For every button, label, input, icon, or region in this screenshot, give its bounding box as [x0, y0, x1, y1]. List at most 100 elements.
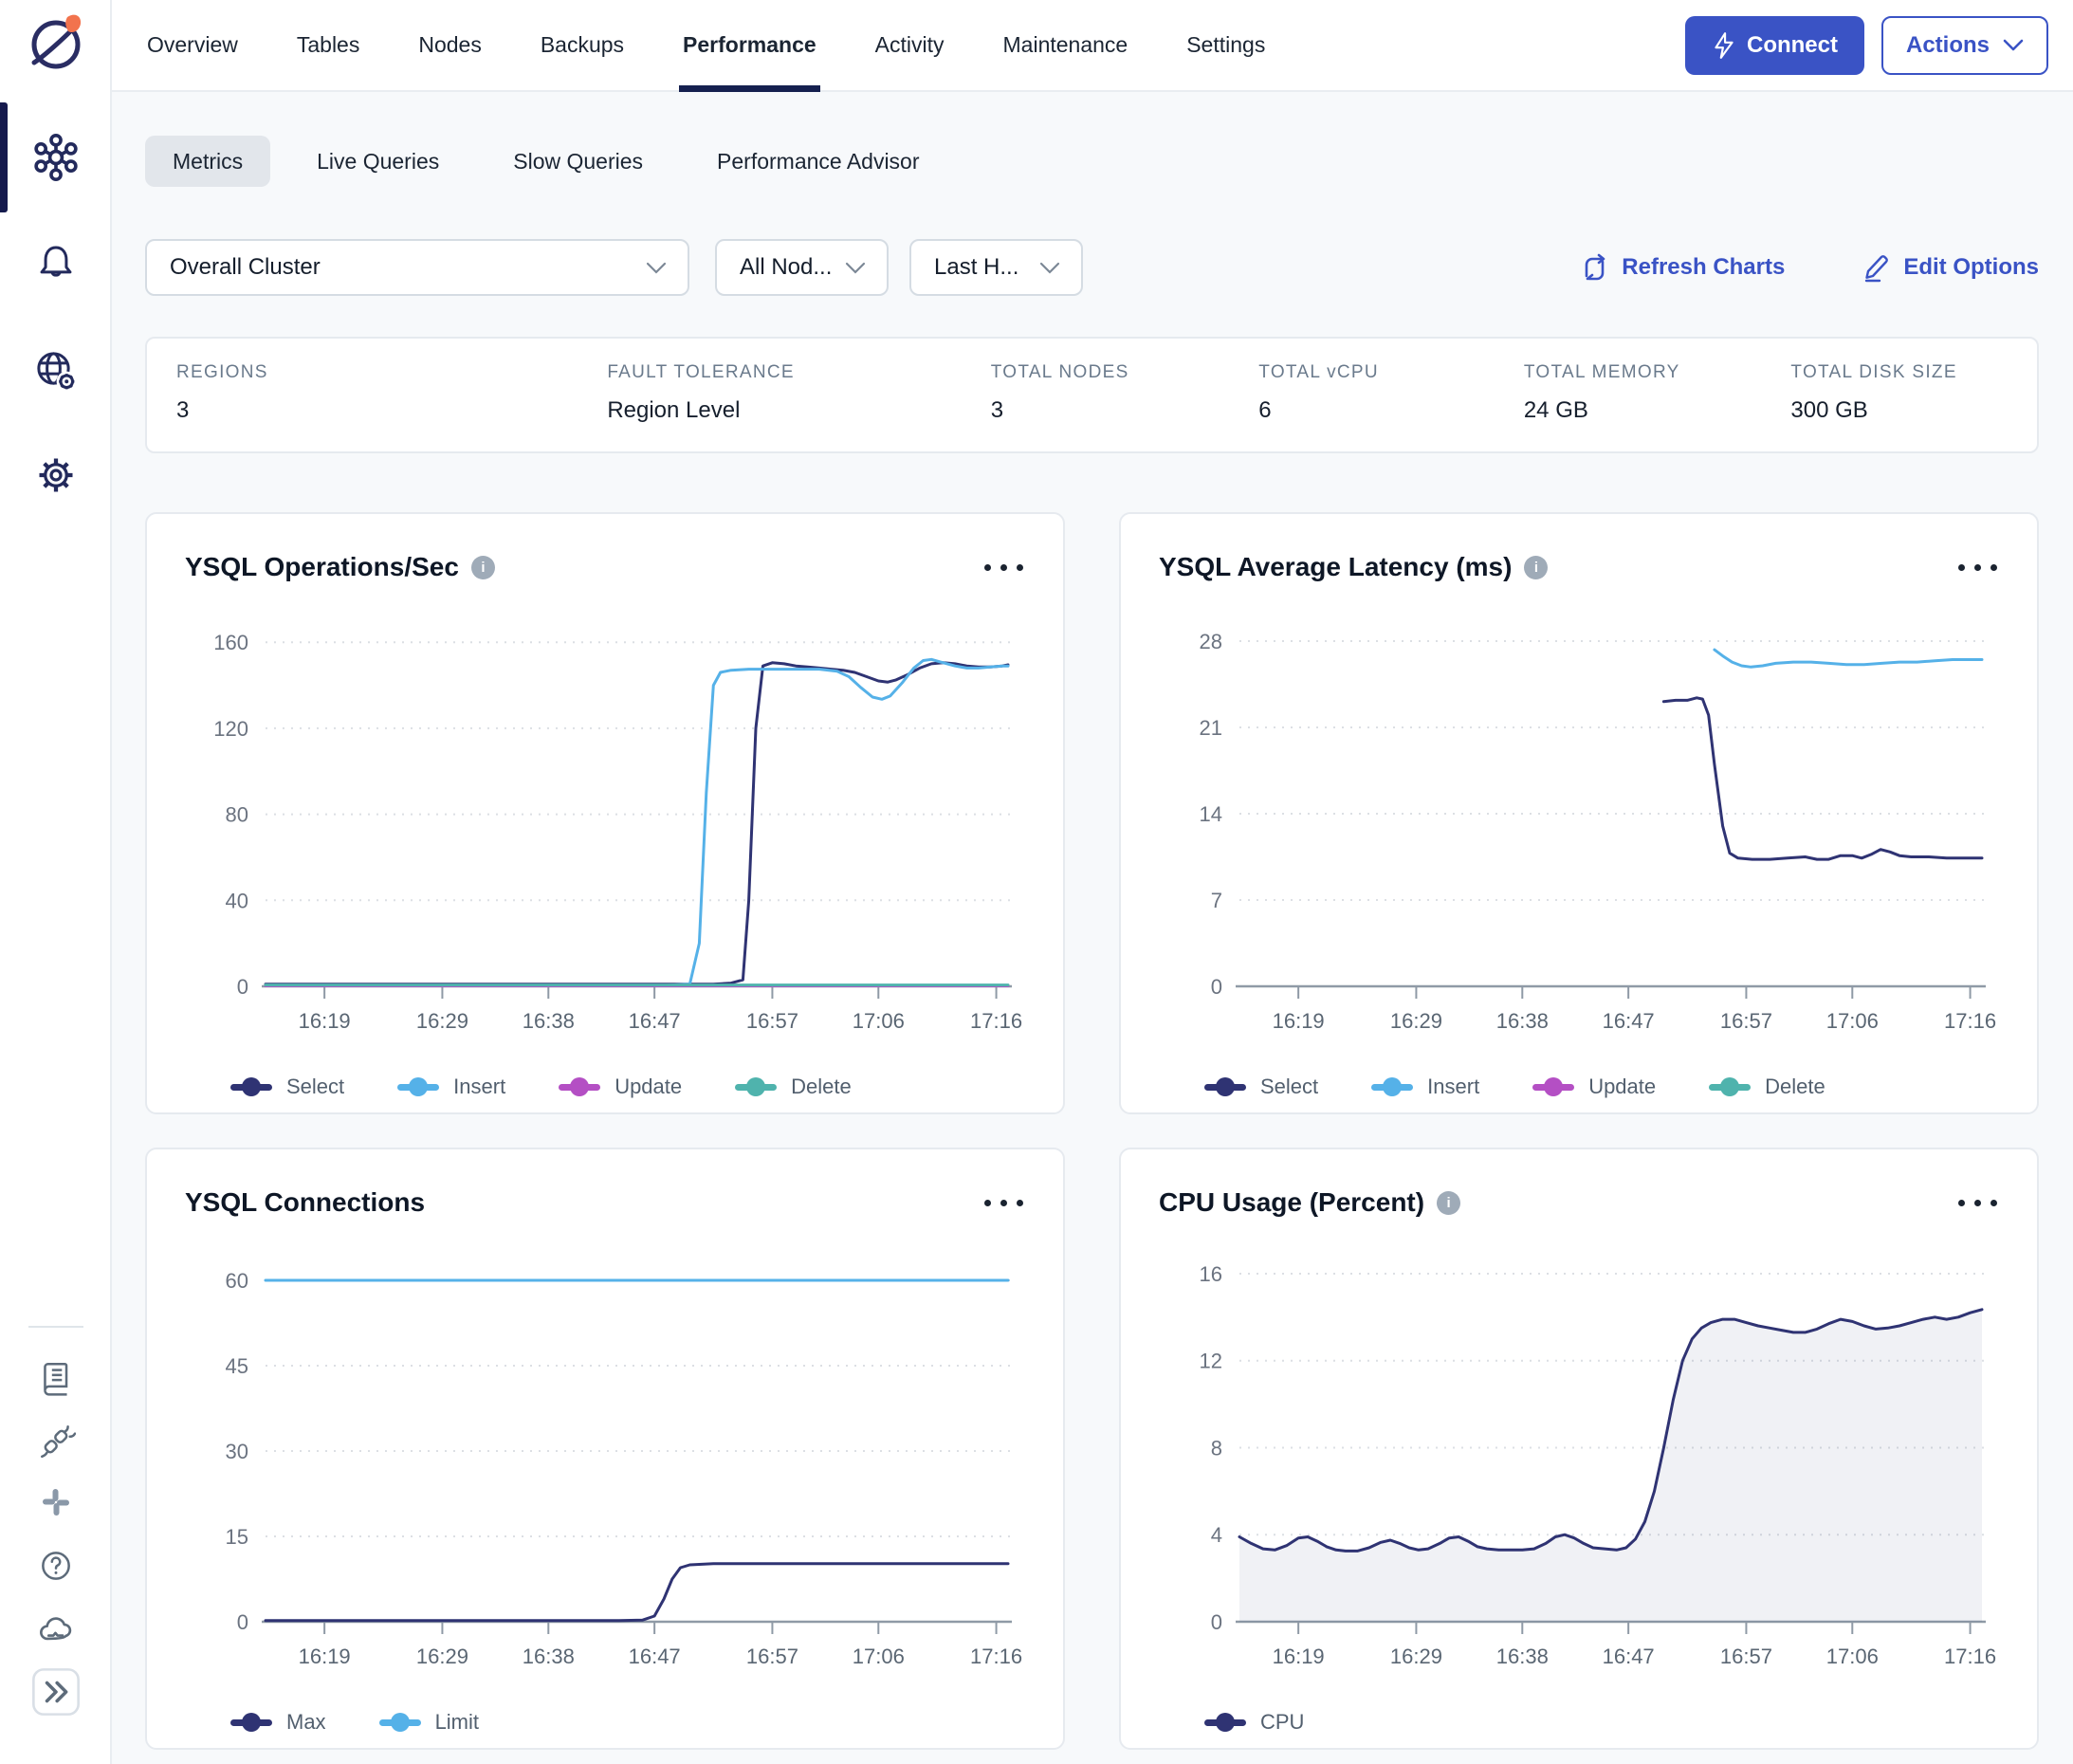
page-root: Overview Tables Nodes Backups Performance Act…	[0, 0, 2073, 1764]
legend-item-select[interactable]: Select	[230, 1075, 344, 1099]
legend-item-insert[interactable]: Insert	[1371, 1075, 1479, 1099]
legend-item-select[interactable]: Select	[1204, 1075, 1318, 1099]
cluster-stats-card: REGIONS3FAULT TOLERANCE Region Level TOTAL…	[145, 337, 2039, 453]
svg-text:16:38: 16:38	[523, 1009, 575, 1033]
subtab-slow-queries[interactable]: Slow Queries	[486, 136, 670, 187]
chevron-down-icon	[845, 262, 866, 274]
chart-plot-ysql-average-latency-ms: 0714212816:1916:2916:3816:4716:5717:0617…	[1159, 590, 2003, 1069]
tab-settings[interactable]: Settings	[1186, 0, 1265, 90]
info-icon[interactable]: i	[471, 556, 495, 579]
legend-label: Select	[1260, 1075, 1318, 1099]
subtab-performance-advisor[interactable]: Performance Advisor	[689, 136, 946, 187]
svg-text:7: 7	[1211, 889, 1222, 912]
sidebar-item-integrations[interactable]	[0, 1421, 112, 1461]
chart-legend: CPU	[1204, 1710, 1999, 1735]
legend-label: Insert	[1427, 1075, 1479, 1099]
chart-menu-icon[interactable]	[1956, 1194, 1999, 1212]
legend-marker-icon	[379, 1719, 421, 1726]
actions-button-label: Actions	[1906, 32, 1990, 59]
tab-backups[interactable]: Backups	[541, 0, 624, 90]
cluster-select[interactable]: Overall Cluster	[145, 239, 689, 296]
svg-text:17:06: 17:06	[853, 1645, 905, 1668]
stat-fault-tolerance: FAULT TOLERANCE Region Level	[607, 362, 990, 451]
chart-menu-icon[interactable]	[1956, 559, 1999, 577]
legend-marker-icon	[1204, 1719, 1246, 1726]
gear-icon	[32, 451, 80, 499]
legend-item-delete[interactable]: Delete	[735, 1075, 852, 1099]
chart-plot-cpu-usage-percent: 048121616:1916:2916:3816:4716:5717:0617:…	[1159, 1225, 2003, 1704]
stat-regions: REGIONS3	[176, 362, 607, 451]
svg-text:16:57: 16:57	[1720, 1645, 1772, 1668]
svg-text:0: 0	[237, 975, 248, 999]
sidebar	[0, 0, 112, 1764]
legend-item-update[interactable]: Update	[1532, 1075, 1656, 1099]
chart-header: YSQL Connections	[185, 1187, 1025, 1218]
refresh-charts-label: Refresh Charts	[1622, 254, 1785, 281]
svg-text:16:47: 16:47	[629, 1645, 681, 1668]
chart-legend: Select Insert Update Delete	[1204, 1075, 1999, 1099]
subtab-metrics[interactable]: Metrics	[145, 136, 270, 187]
legend-item-limit[interactable]: Limit	[379, 1710, 479, 1735]
legend-item-cpu[interactable]: CPU	[1204, 1710, 1304, 1735]
cluster-select-value: Overall Cluster	[170, 254, 321, 281]
refresh-icon	[1579, 252, 1609, 283]
stat-label: TOTAL MEMORY	[1524, 362, 1791, 383]
edit-options-link[interactable]: Edit Options	[1861, 252, 2039, 283]
stat-label: FAULT TOLERANCE	[607, 362, 990, 383]
refresh-charts-link[interactable]: Refresh Charts	[1579, 252, 1785, 283]
lightning-icon	[1712, 31, 1736, 60]
sidebar-item-alerts[interactable]	[0, 240, 112, 284]
svg-text:16:47: 16:47	[1603, 1645, 1655, 1668]
sidebar-item-slack[interactable]	[0, 1483, 112, 1521]
edit-options-label: Edit Options	[1903, 254, 2039, 281]
stat-total-memory: TOTAL MEMORY24 GB	[1524, 362, 1791, 451]
tab-nodes[interactable]: Nodes	[418, 0, 481, 90]
nodes-select[interactable]: All Nod...	[715, 239, 889, 296]
svg-text:0: 0	[1211, 1610, 1222, 1634]
subtab-live-queries[interactable]: Live Queries	[289, 136, 467, 187]
info-icon[interactable]: i	[1437, 1191, 1460, 1215]
sidebar-item-docs[interactable]	[0, 1358, 112, 1398]
tab-maintenance[interactable]: Maintenance	[1003, 0, 1128, 90]
time-range-select[interactable]: Last H...	[909, 239, 1083, 296]
nodes-select-value: All Nod...	[740, 254, 832, 281]
bell-icon	[34, 240, 78, 284]
actions-button[interactable]: Actions	[1881, 16, 2048, 75]
svg-text:28: 28	[1200, 630, 1222, 653]
legend-item-max[interactable]: Max	[230, 1710, 326, 1735]
svg-text:16:57: 16:57	[746, 1009, 798, 1033]
legend-label: CPU	[1260, 1710, 1304, 1735]
chart-title: CPU Usage (Percent)	[1159, 1187, 1424, 1218]
app-logo[interactable]	[0, 9, 112, 76]
tab-activity[interactable]: Activity	[875, 0, 945, 90]
svg-text:4: 4	[1211, 1523, 1222, 1547]
charts-grid: YSQL Operations/Seci0408012016016:1916:2…	[145, 512, 2039, 1750]
chart-plot-ysql-connections: 01530456016:1916:2916:3816:4716:5717:061…	[185, 1225, 1029, 1704]
tab-performance[interactable]: Performance	[683, 0, 816, 90]
legend-item-delete[interactable]: Delete	[1709, 1075, 1825, 1099]
tab-overview[interactable]: Overview	[147, 0, 238, 90]
stat-value: Region Level	[607, 397, 990, 424]
svg-text:17:16: 17:16	[970, 1009, 1022, 1033]
svg-text:0: 0	[237, 1610, 248, 1634]
sidebar-item-help[interactable]	[0, 1546, 112, 1586]
sidebar-item-cluster[interactable]	[0, 131, 112, 184]
legend-item-insert[interactable]: Insert	[397, 1075, 505, 1099]
sidebar-item-network[interactable]	[0, 347, 112, 395]
chart-menu-icon[interactable]	[982, 559, 1025, 577]
top-header: Overview Tables Nodes Backups Performance Act…	[112, 0, 2073, 92]
sidebar-item-cloud-status[interactable]	[0, 1608, 112, 1650]
svg-text:160: 160	[213, 631, 248, 654]
svg-text:15: 15	[226, 1525, 248, 1549]
info-icon[interactable]: i	[1524, 556, 1548, 579]
chart-menu-icon[interactable]	[982, 1194, 1025, 1212]
legend-item-update[interactable]: Update	[559, 1075, 682, 1099]
legend-marker-icon	[1709, 1084, 1751, 1091]
connect-button[interactable]: Connect	[1685, 16, 1864, 75]
svg-text:14: 14	[1200, 802, 1222, 826]
svg-text:45: 45	[226, 1354, 248, 1378]
svg-text:60: 60	[226, 1269, 248, 1293]
sidebar-expand-button[interactable]	[0, 1667, 112, 1717]
tab-tables[interactable]: Tables	[297, 0, 359, 90]
sidebar-item-settings[interactable]	[0, 451, 112, 499]
